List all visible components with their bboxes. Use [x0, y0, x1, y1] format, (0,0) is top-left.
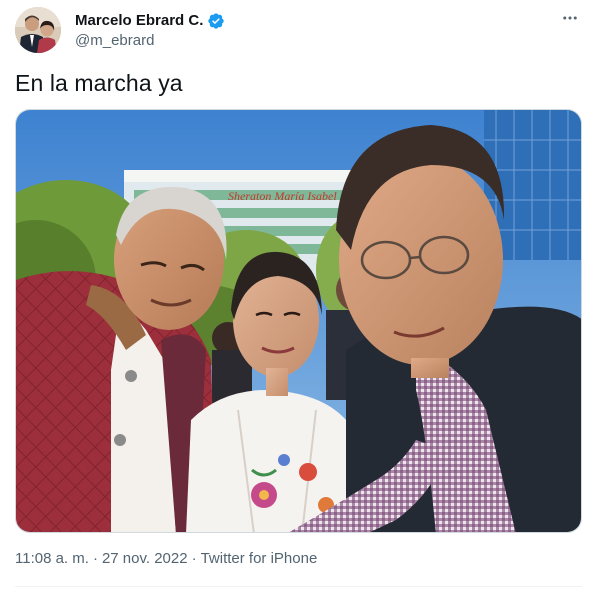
selfie-photo: Sheraton María Isabel [16, 110, 581, 532]
tweet-photo[interactable]: Sheraton María Isabel [15, 109, 582, 533]
tweet-card: Marcelo Ebrard C. @m_ebrard En la marcha… [0, 0, 597, 591]
avatar[interactable] [15, 7, 61, 53]
author-handle[interactable]: @m_ebrard [75, 32, 225, 49]
tweet-meta: 11:08 a. m. · 27 nov. 2022 · Twitter for… [15, 550, 317, 567]
tweet-text: En la marcha ya [15, 70, 183, 96]
tweet-source[interactable]: Twitter for iPhone [201, 550, 318, 567]
divider [15, 586, 582, 587]
tweet-header: Marcelo Ebrard C. @m_ebrard [15, 6, 582, 54]
more-horizontal-icon[interactable] [558, 8, 582, 28]
name-row: Marcelo Ebrard C. [75, 12, 225, 30]
avatar-photo [15, 7, 61, 53]
verified-badge-icon [207, 12, 225, 30]
hotel-sign: Sheraton María Isabel [228, 189, 337, 203]
author-info: Marcelo Ebrard C. @m_ebrard [75, 12, 225, 49]
tweet-date[interactable]: 27 nov. 2022 [102, 550, 188, 567]
meta-separator-2: · [191, 550, 197, 567]
author-display-name[interactable]: Marcelo Ebrard C. [75, 12, 203, 29]
tweet-time[interactable]: 11:08 a. m. [15, 550, 89, 567]
meta-separator: · [92, 550, 98, 567]
